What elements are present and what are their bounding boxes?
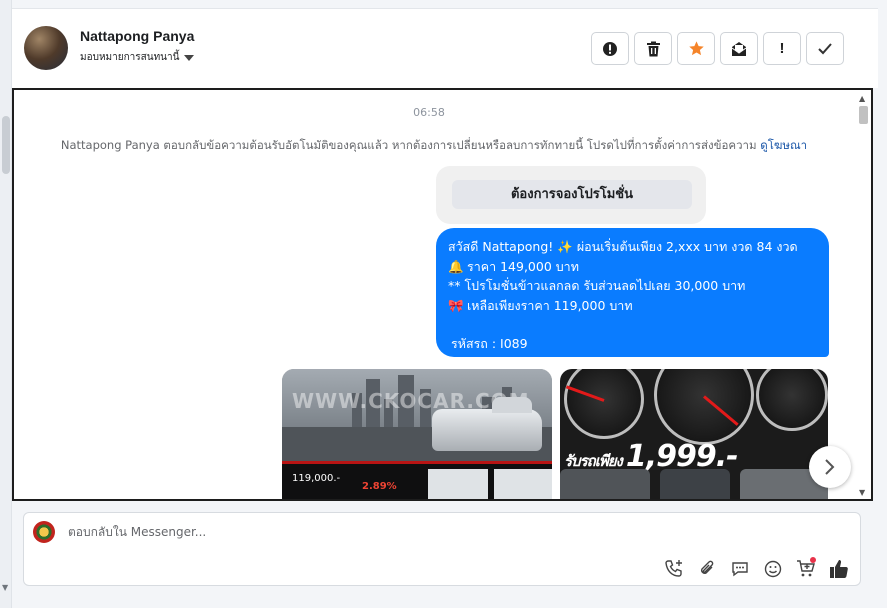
message-installment: ผ่อนเริ่มต้นเพียง 2,xxx บาท งวด 84 งวด — [576, 239, 798, 254]
trash-icon — [646, 41, 660, 56]
speedometer-gauge — [564, 369, 644, 439]
alert-circle-icon — [603, 41, 617, 56]
left-scrollbar[interactable]: ▼ — [0, 0, 12, 608]
promo-small-text: รับรถเพียง — [564, 452, 623, 470]
carousel-card-truck[interactable]: WWW.CKOCAR.COM 119,000.- 2.89% — [282, 369, 552, 499]
done-button[interactable] — [806, 32, 844, 65]
chat-bubble-icon — [731, 561, 748, 576]
header-actions: ! — [591, 32, 844, 65]
paperclip-icon — [700, 560, 713, 574]
check-icon — [818, 42, 832, 54]
card-price-label: 119,000.- — [292, 473, 341, 484]
mark-unread-button[interactable] — [720, 32, 758, 65]
message-line-4: 🎀 เหลือเพียงราคา 119,000 บาท — [448, 296, 817, 316]
exclamation-icon: ! — [779, 40, 785, 57]
reply-composer — [23, 512, 861, 586]
left-scrollbar-thumb[interactable] — [2, 116, 10, 174]
carousel-next-button[interactable] — [809, 446, 851, 488]
add-to-cart-button[interactable] — [794, 557, 817, 580]
page-avatar — [33, 521, 55, 543]
assign-label: มอบหมายการสนทนานี้ — [80, 52, 180, 63]
like-button[interactable] — [827, 557, 850, 580]
notice-text: Nattapong Panya ตอบกลับข้อความต้อนรับอัต… — [60, 138, 757, 152]
star-icon — [688, 41, 704, 56]
fuel-gauge — [756, 369, 828, 431]
carousel-card-dashboard[interactable]: รับรถเพียง 1,999.- — [560, 369, 828, 499]
thumbnail-truck-rear — [428, 469, 488, 499]
sparkles-icon: ✨ — [557, 239, 573, 254]
pickup-truck-image — [432, 397, 542, 451]
reply-input[interactable] — [68, 525, 568, 539]
quick-reply-card: ต้องการจองโปรโมชั่น — [436, 166, 706, 224]
inbox-window: ▼ Nattapong Panya มอบหมายการสนทนานี้ ! 0… — [0, 0, 887, 608]
follow-up-button[interactable]: ! — [763, 32, 801, 65]
spam-button[interactable] — [591, 32, 629, 65]
left-scrollbar-down-arrow[interactable]: ▼ — [2, 583, 8, 592]
message-line-1: สวัสดี Nattapong! ✨ ผ่อนเริ่มต้นเพียง 2,… — [448, 237, 817, 257]
chevron-right-icon — [825, 459, 835, 475]
envelope-open-icon — [731, 41, 747, 56]
contact-name[interactable]: Nattapong Panya — [80, 28, 194, 44]
thumbs-up-icon — [829, 559, 848, 578]
phone-plus-icon — [664, 559, 682, 577]
scroll-thumb[interactable] — [859, 106, 868, 124]
image-carousel: WWW.CKOCAR.COM 119,000.- 2.89% รับรถเพีย… — [282, 369, 832, 499]
message-line-2: 🔔 ราคา 149,000 บาท — [448, 257, 817, 277]
message-final-price: เหลือเพียงราคา 119,000 บาท — [467, 297, 633, 313]
seat-image — [560, 469, 650, 499]
thumbnail-truck-front — [494, 469, 552, 499]
quick-reply-button[interactable]: ต้องการจองโปรโมชั่น — [452, 180, 692, 209]
message-price: ราคา 149,000 บาท — [467, 258, 579, 274]
chevron-down-icon — [184, 54, 195, 61]
notification-dot — [810, 557, 816, 563]
call-button[interactable] — [662, 557, 685, 580]
bell-icon: 🔔 — [448, 258, 464, 274]
delete-button[interactable] — [634, 32, 672, 65]
scroll-down-arrow[interactable]: ▼ — [859, 488, 865, 497]
message-timestamp: 06:58 — [413, 106, 445, 119]
view-ad-link[interactable]: ดูโฆษณา — [760, 138, 807, 152]
outgoing-message-bubble[interactable]: สวัสดี Nattapong! ✨ ผ่อนเริ่มต้นเพียง 2,… — [436, 228, 829, 357]
thread-scrollbar[interactable]: ▲ ▼ — [857, 92, 869, 497]
ribbon-icon: 🎀 — [448, 297, 464, 313]
message-line-3: ** โปรโมชั่นข้าวแลกลด รับส่วนลดไปเลย 30,… — [448, 278, 746, 293]
smiley-icon — [764, 560, 781, 577]
steering-image — [660, 469, 730, 499]
message-greeting: สวัสดี Nattapong! — [448, 239, 554, 254]
message-thread[interactable]: 06:58 Nattapong Panya ตอบกลับข้อความต้อน… — [12, 88, 873, 501]
auto-reply-notice: Nattapong Panya ตอบกลับข้อความต้อนรับอัต… — [24, 137, 844, 155]
composer-tools — [662, 557, 850, 580]
conversation-header: Nattapong Panya มอบหมายการสนทนานี้ ! — [12, 8, 878, 88]
scroll-up-arrow[interactable]: ▲ — [859, 94, 865, 103]
attach-button[interactable] — [695, 557, 718, 580]
star-button[interactable] — [677, 32, 715, 65]
message-car-code: รหัสรถ : I089 — [451, 336, 528, 351]
tachometer-gauge — [654, 369, 754, 445]
saved-replies-button[interactable] — [728, 557, 751, 580]
assign-conversation-dropdown[interactable]: มอบหมายการสนทนานี้ — [80, 50, 195, 65]
contact-avatar[interactable] — [24, 26, 68, 70]
card-rate-label: 2.89% — [362, 481, 397, 492]
emoji-button[interactable] — [761, 557, 784, 580]
